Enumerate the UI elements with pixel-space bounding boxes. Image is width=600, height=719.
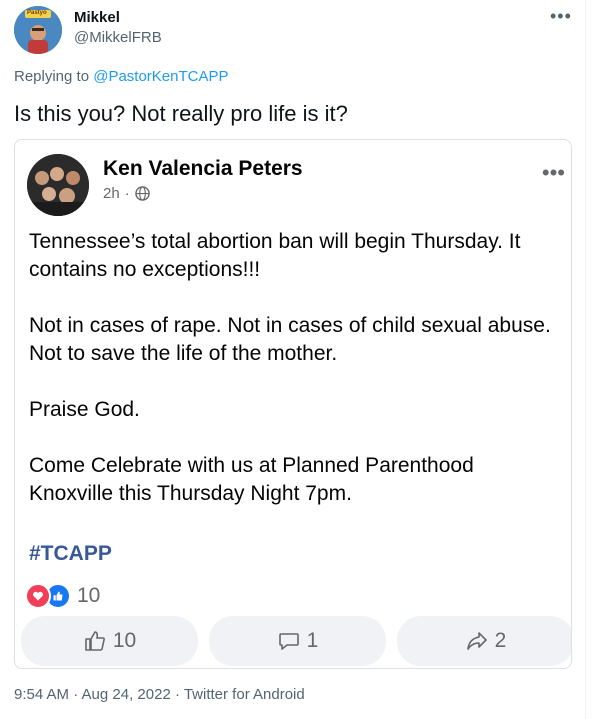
author-handle[interactable]: @MikkelFRB xyxy=(74,29,162,46)
fb-post-body: Tennessee’s total abortion ban will begi… xyxy=(29,228,559,536)
fb-comment-count: 1 xyxy=(306,629,319,652)
meta-separator: · xyxy=(124,185,130,202)
more-options-icon[interactable]: ••• xyxy=(550,6,572,27)
replying-to: Replying to @PastorKenTCAPP xyxy=(14,68,229,85)
fb-post-meta: 2h · xyxy=(103,185,150,202)
tweet-timestamp[interactable]: 9:54 AM · Aug 24, 2022 · Twitter for And… xyxy=(14,686,305,703)
timeline-border xyxy=(585,0,586,719)
fb-paragraph: Praise God. xyxy=(29,398,140,421)
comment-icon xyxy=(278,633,299,650)
fb-hashtag[interactable]: #TCAPP xyxy=(29,542,112,566)
avatar[interactable]: Pastyo xyxy=(14,6,62,54)
group-photo xyxy=(27,154,89,216)
fb-paragraph: Tennessee’s total abortion ban will begi… xyxy=(29,230,521,281)
replying-to-mention[interactable]: @PastorKenTCAPP xyxy=(93,68,228,85)
fb-more-options-icon[interactable]: ••• xyxy=(542,160,565,186)
love-reaction-icon xyxy=(25,583,51,609)
embedded-facebook-post[interactable]: Ken Valencia Peters 2h · ••• Tennessee’s… xyxy=(14,139,572,669)
fb-like-button[interactable]: 10 xyxy=(21,616,198,666)
replying-to-label: Replying to xyxy=(14,68,90,85)
globe-icon xyxy=(134,186,150,201)
fb-author-name[interactable]: Ken Valencia Peters xyxy=(103,157,303,181)
fb-comment-button[interactable]: 1 xyxy=(209,616,386,666)
fb-paragraph: Not in cases of rape. Not in cases of ch… xyxy=(29,314,551,365)
avatar-text: Pastyo xyxy=(27,10,47,16)
fb-reaction-summary[interactable]: 10 xyxy=(25,583,100,609)
fb-action-bar: 10 1 2 xyxy=(21,616,571,666)
fb-like-count: 10 xyxy=(112,629,137,652)
fb-paragraph: Come Celebrate with us at Planned Parent… xyxy=(29,454,474,505)
fb-share-count: 2 xyxy=(494,629,507,652)
fb-author-avatar xyxy=(27,154,89,216)
share-arrow-icon xyxy=(466,632,487,650)
tweet-text: Is this you? Not really pro life is it? xyxy=(14,101,348,126)
fb-reaction-count: 10 xyxy=(77,584,101,607)
thumbs-up-icon xyxy=(85,631,105,651)
fb-post-time[interactable]: 2h xyxy=(103,185,120,202)
author-name[interactable]: Mikkel xyxy=(74,9,120,26)
fb-share-button[interactable]: 2 xyxy=(397,616,571,666)
